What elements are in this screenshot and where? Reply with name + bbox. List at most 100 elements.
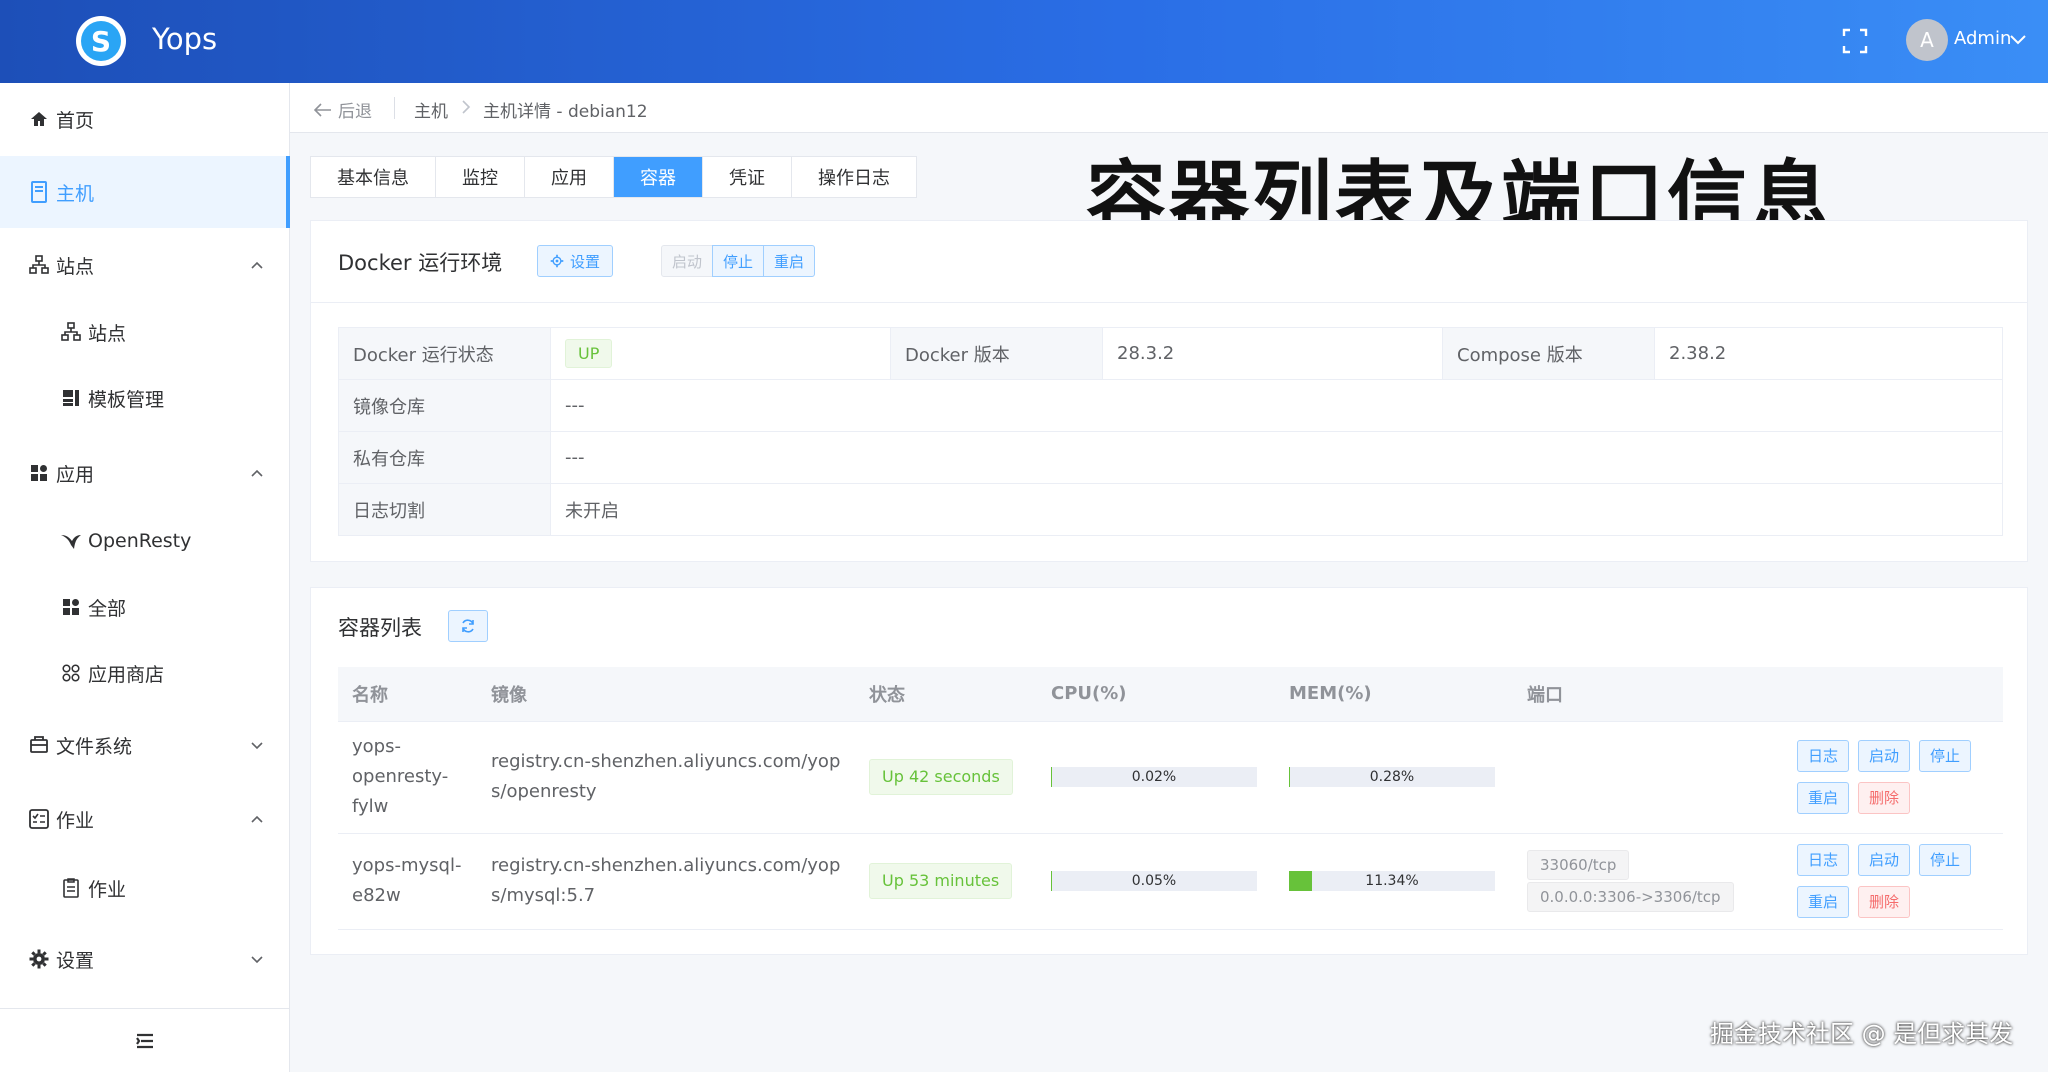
- docker-setting-button[interactable]: 设置: [537, 245, 614, 277]
- cpu-cell: 0.02%: [1037, 721, 1275, 834]
- sidebar-item-label: 应用: [56, 463, 95, 486]
- sidebar-item-filesystem[interactable]: 文件系统: [0, 709, 290, 781]
- log-rotate-label: 日志切割: [338, 483, 551, 536]
- log-rotate-value: 未开启: [550, 483, 2003, 536]
- mem-progress-text: 11.34%: [1365, 873, 1419, 889]
- registry-value: ---: [550, 379, 2003, 432]
- chevron-up-icon: [251, 261, 263, 269]
- sidebar-item-label: 站点: [56, 255, 95, 278]
- table-row: yops-openresty-fylw registry.cn-shenzhen…: [338, 721, 2003, 834]
- col-ports: 端口: [1513, 667, 1783, 722]
- tab-containers[interactable]: 容器: [614, 157, 703, 197]
- restart-button[interactable]: 重启: [1797, 886, 1850, 918]
- log-button[interactable]: 日志: [1797, 740, 1850, 772]
- docker-env-title: Docker 运行环境: [338, 251, 503, 275]
- log-button[interactable]: 日志: [1797, 844, 1850, 876]
- container-name: yops-openresty-fylw: [338, 721, 477, 834]
- mem-cell: 0.28%: [1275, 721, 1513, 834]
- cpu-progress-bar: 0.02%: [1051, 767, 1257, 787]
- task-icon: [28, 808, 50, 830]
- sidebar-item-templates[interactable]: 模板管理: [0, 362, 290, 434]
- sidebar-item-sites-sub[interactable]: 站点: [0, 296, 290, 368]
- avatar[interactable]: A: [1906, 19, 1948, 61]
- chevron-up-icon: [251, 815, 263, 823]
- logo-letter: S: [81, 21, 121, 61]
- docker-info-table: Docker 运行状态 UP Docker 版本 28.3.2 Compose …: [338, 327, 2003, 536]
- apps-icon: [60, 596, 82, 618]
- menu-fold-icon: [136, 1033, 153, 1048]
- docker-stop-button[interactable]: 停止: [712, 245, 765, 277]
- sidebar-item-home[interactable]: 首页: [0, 83, 290, 155]
- container-table: 名称 镜像 状态 CPU(%) MEM(%) 端口 yops-openresty…: [338, 667, 2003, 930]
- sidebar-item-label: 应用商店: [88, 663, 165, 686]
- store-icon: [60, 662, 82, 684]
- status-badge: UP: [565, 339, 613, 368]
- sidebar-item-openresty[interactable]: OpenResty: [0, 505, 290, 577]
- back-button[interactable]: 后退: [314, 97, 372, 122]
- status-badge: Up 42 seconds: [869, 759, 1013, 795]
- col-status: 状态: [855, 667, 1037, 722]
- sidebar-item-all-apps[interactable]: 全部: [0, 571, 290, 643]
- ports-cell: [1513, 721, 1783, 834]
- docker-start-button[interactable]: 启动: [661, 245, 714, 277]
- sidebar-item-sites[interactable]: 站点: [0, 229, 290, 301]
- sidebar-item-label: 站点: [88, 322, 127, 345]
- tab-monitor[interactable]: 监控: [436, 157, 525, 197]
- sidebar-item-app-store[interactable]: 应用商店: [0, 637, 290, 709]
- table-row: yops-mysql-e82w registry.cn-shenzhen.ali…: [338, 833, 2003, 930]
- sidebar-item-jobs-sub[interactable]: 作业: [0, 852, 290, 924]
- app-title: Yops: [152, 22, 218, 56]
- stop-button[interactable]: 停止: [1919, 844, 1972, 876]
- docker-restart-button[interactable]: 重启: [763, 245, 816, 277]
- chevron-right-icon: [462, 100, 471, 114]
- sidebar-item-settings[interactable]: 设置: [0, 923, 290, 995]
- mem-cell: 11.34%: [1275, 833, 1513, 930]
- container-status-cell: Up 42 seconds: [855, 721, 1037, 834]
- gear-icon: [550, 254, 564, 268]
- refresh-button[interactable]: [448, 610, 488, 642]
- server-icon: [28, 181, 50, 203]
- tab-operation-log[interactable]: 操作日志: [792, 157, 916, 197]
- delete-button[interactable]: 删除: [1858, 782, 1911, 814]
- arrow-left-icon: [314, 102, 331, 117]
- fullscreen-icon[interactable]: [1842, 28, 1868, 54]
- private-registry-value: ---: [550, 431, 2003, 484]
- mem-progress-bar: 0.28%: [1289, 767, 1495, 787]
- chevron-down-icon[interactable]: [2008, 30, 2028, 50]
- start-button[interactable]: 启动: [1858, 740, 1911, 772]
- sidebar-item-apps[interactable]: 应用: [0, 437, 290, 509]
- start-button[interactable]: 启动: [1858, 844, 1911, 876]
- restart-button[interactable]: 重启: [1797, 782, 1850, 814]
- docker-env-card: Docker 运行环境 设置 启动 停止 重启 Docker 运行状态 UP D…: [310, 220, 2028, 562]
- host-detail-tabs: 基本信息 监控 应用 容器 凭证 操作日志: [310, 156, 917, 198]
- docker-control-group: 启动 停止 重启: [661, 245, 816, 277]
- container-image: registry.cn-shenzhen.aliyuncs.com/yops/m…: [477, 833, 855, 930]
- sidebar-item-label: 首页: [56, 109, 95, 132]
- app-logo: S: [76, 16, 126, 66]
- sidebar: 首页 主机 站点 站点 模板管理 应用 OpenResty 全部 应用商店 文件…: [0, 83, 290, 1072]
- container-list-card: 容器列表 名称 镜像 状态 CPU(%) MEM(%) 端口 yops-open…: [310, 587, 2028, 955]
- cpu-progress-text: 0.02%: [1131, 769, 1177, 785]
- breadcrumb-divider: [394, 97, 395, 119]
- delete-button[interactable]: 删除: [1858, 886, 1911, 918]
- sidebar-item-host[interactable]: 主机: [0, 156, 290, 228]
- docker-status-label: Docker 运行状态: [338, 327, 551, 380]
- home-icon: [28, 108, 50, 130]
- tab-basic-info[interactable]: 基本信息: [311, 157, 436, 197]
- sidebar-item-label: 作业: [56, 809, 95, 832]
- col-mem: MEM(%): [1275, 667, 1513, 722]
- tab-apps[interactable]: 应用: [525, 157, 614, 197]
- openresty-icon: [60, 530, 82, 552]
- stop-button[interactable]: 停止: [1919, 740, 1972, 772]
- container-list-title: 容器列表: [338, 616, 422, 640]
- sidebar-item-jobs[interactable]: 作业: [0, 783, 290, 855]
- user-name[interactable]: Admin: [1954, 28, 2011, 49]
- private-registry-label: 私有仓库: [338, 431, 551, 484]
- sitemap-icon: [28, 254, 50, 276]
- back-label: 后退: [338, 102, 372, 122]
- apps-icon: [28, 462, 50, 484]
- breadcrumb-parent[interactable]: 主机: [414, 97, 448, 122]
- docker-version-label: Docker 版本: [890, 327, 1103, 380]
- tab-credentials[interactable]: 凭证: [703, 157, 792, 197]
- sidebar-collapse-button[interactable]: [0, 1008, 290, 1072]
